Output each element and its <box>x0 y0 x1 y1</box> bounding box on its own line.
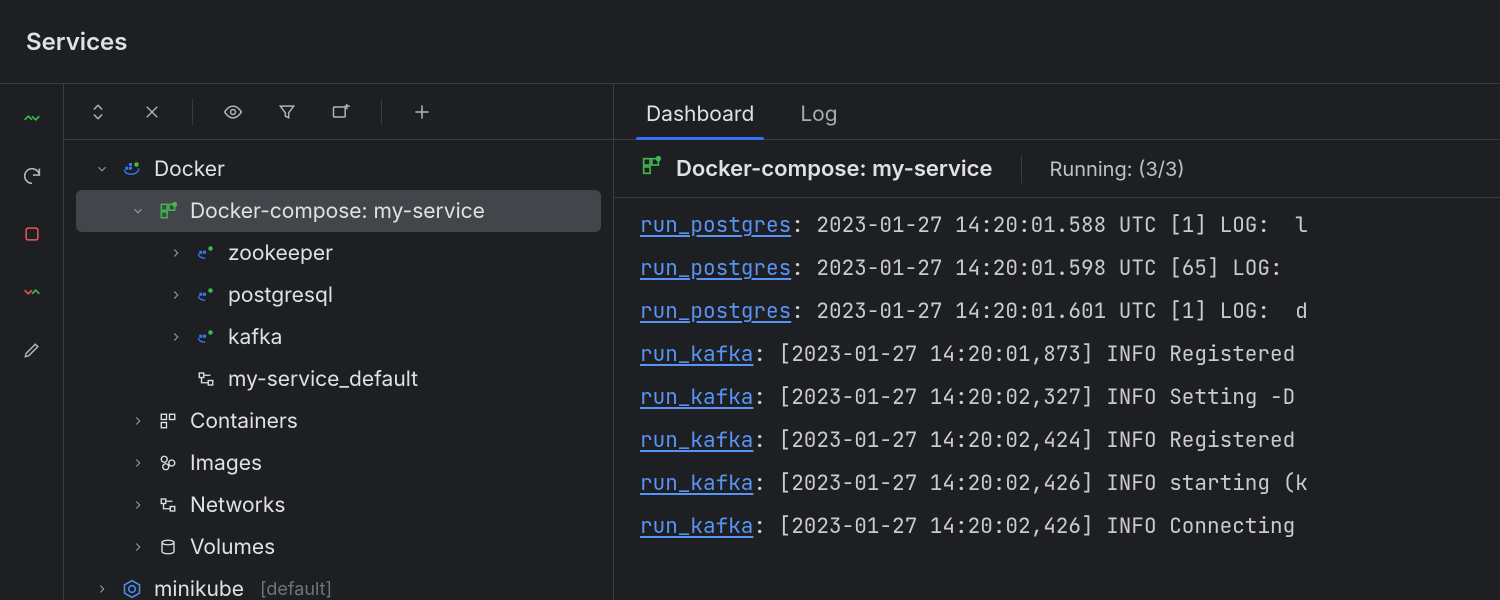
tree-label: Docker-compose: my-service <box>190 199 485 224</box>
tree-label-suffix: [default] <box>260 579 332 600</box>
tree-label: my-service_default <box>228 367 418 392</box>
log-text: : 2023-01-27 14:20:01.598 UTC [65] LOG: <box>791 255 1295 282</box>
chevron-right-icon[interactable] <box>94 582 110 596</box>
log-text: : [2023-01-27 14:20:02,426] INFO Connect… <box>753 513 1307 540</box>
chevron-right-icon[interactable] <box>168 330 184 344</box>
console-line: run_postgres: 2023-01-27 14:20:01.588 UT… <box>640 204 1500 247</box>
detail-panel: Dashboard Log Docker-compose: my-service… <box>614 84 1500 600</box>
deploy-icon[interactable] <box>14 100 50 136</box>
down-deploy-icon[interactable] <box>14 274 50 310</box>
toolbar-separator <box>192 99 193 125</box>
chevron-right-icon[interactable] <box>130 414 146 428</box>
tree-node-network[interactable]: my-service_default <box>64 358 613 400</box>
chevron-down-icon[interactable] <box>130 204 146 218</box>
volumes-icon <box>156 538 180 556</box>
services-tree[interactable]: Docker Docker-compose: my-service zook <box>64 140 613 600</box>
log-text: : 2023-01-27 14:20:01.601 UTC [1] LOG: d <box>791 298 1308 325</box>
log-source-link[interactable]: run_postgres <box>640 255 791 282</box>
chevron-right-icon[interactable] <box>168 288 184 302</box>
tree-node-minikube[interactable]: minikube [default] <box>64 568 613 600</box>
docker-icon <box>120 160 144 178</box>
toolbar-separator <box>381 99 382 125</box>
separator <box>1021 155 1022 183</box>
tree-label: Docker <box>154 157 225 182</box>
log-source-link[interactable]: run_postgres <box>640 298 791 325</box>
tree-toolbar <box>64 84 613 140</box>
tab-dashboard[interactable]: Dashboard <box>640 102 760 139</box>
log-text: : 2023-01-27 14:20:01.588 UTC [1] LOG: l <box>791 212 1308 239</box>
tree-node-compose[interactable]: Docker-compose: my-service <box>76 190 601 232</box>
side-action-strip <box>0 84 64 600</box>
console-line: run_kafka: [2023-01-27 14:20:01,873] INF… <box>640 333 1500 376</box>
tree-node-images[interactable]: Images <box>64 442 613 484</box>
console-line: run_postgres: 2023-01-27 14:20:01.598 UT… <box>640 247 1500 290</box>
console-line: run_kafka: [2023-01-27 14:20:02,327] INF… <box>640 376 1500 419</box>
tree-node-containers[interactable]: Containers <box>64 400 613 442</box>
kubernetes-icon <box>120 579 144 599</box>
compose-icon <box>640 155 662 182</box>
log-text: : [2023-01-27 14:20:02,424] INFO Registe… <box>753 427 1307 454</box>
containers-icon <box>156 412 180 430</box>
chevron-down-icon[interactable] <box>94 162 110 176</box>
network-icon <box>194 370 218 388</box>
panel-body: Docker Docker-compose: my-service zook <box>0 84 1500 600</box>
running-status: Running: (3/3) <box>1050 157 1185 181</box>
container-running-icon <box>194 244 218 262</box>
log-source-link[interactable]: run_kafka <box>640 513 753 540</box>
refresh-icon[interactable] <box>14 158 50 194</box>
tree-label: minikube <box>154 577 244 600</box>
log-source-link[interactable]: run_kafka <box>640 427 753 454</box>
open-window-icon[interactable] <box>323 94 359 130</box>
images-icon <box>156 454 180 472</box>
tree-label: Networks <box>190 493 285 518</box>
tree-label: kafka <box>228 325 282 350</box>
chevron-right-icon[interactable] <box>168 246 184 260</box>
console-line: run_kafka: [2023-01-27 14:20:02,426] INF… <box>640 462 1500 505</box>
console-line: run_kafka: [2023-01-27 14:20:02,424] INF… <box>640 419 1500 462</box>
tree-node-docker[interactable]: Docker <box>64 148 613 190</box>
filter-icon[interactable] <box>269 94 305 130</box>
chevron-right-icon[interactable] <box>130 498 146 512</box>
title-bar: Services <box>0 0 1500 84</box>
panel-title: Services <box>26 27 127 56</box>
log-source-link[interactable]: run_kafka <box>640 341 753 368</box>
add-icon[interactable] <box>404 94 440 130</box>
tree-label: Containers <box>190 409 298 434</box>
close-icon[interactable] <box>134 94 170 130</box>
container-running-icon <box>194 286 218 304</box>
tree-label: postgresql <box>228 283 333 308</box>
dashboard-title: Docker-compose: my-service <box>676 156 993 182</box>
tree-node-service[interactable]: postgresql <box>64 274 613 316</box>
log-source-link[interactable]: run_postgres <box>640 212 791 239</box>
tree-label: zookeeper <box>228 241 333 266</box>
tree-node-networks[interactable]: Networks <box>64 484 613 526</box>
dashboard-header: Docker-compose: my-service Running: (3/3… <box>614 140 1500 198</box>
tree-label: Volumes <box>190 535 275 560</box>
console-output[interactable]: run_postgres: 2023-01-27 14:20:01.588 UT… <box>614 198 1500 600</box>
eye-icon[interactable] <box>215 94 251 130</box>
console-line: run_postgres: 2023-01-27 14:20:01.601 UT… <box>640 290 1500 333</box>
expand-collapse-icon[interactable] <box>80 94 116 130</box>
network-icon <box>156 496 180 514</box>
container-running-icon <box>194 328 218 346</box>
tree-node-service[interactable]: kafka <box>64 316 613 358</box>
chevron-right-icon[interactable] <box>130 456 146 470</box>
console-line: run_kafka: [2023-01-27 14:20:02,426] INF… <box>640 505 1500 548</box>
stop-icon[interactable] <box>14 216 50 252</box>
detail-tabs: Dashboard Log <box>614 84 1500 140</box>
log-source-link[interactable]: run_kafka <box>640 470 753 497</box>
log-source-link[interactable]: run_kafka <box>640 384 753 411</box>
tree-node-service[interactable]: zookeeper <box>64 232 613 274</box>
compose-icon <box>156 201 180 221</box>
log-text: : [2023-01-27 14:20:01,873] INFO Registe… <box>753 341 1307 368</box>
log-text: : [2023-01-27 14:20:02,426] INFO startin… <box>753 470 1307 497</box>
tree-node-volumes[interactable]: Volumes <box>64 526 613 568</box>
log-text: : [2023-01-27 14:20:02,327] INFO Setting… <box>753 384 1295 411</box>
edit-icon[interactable] <box>14 332 50 368</box>
tree-label: Images <box>190 451 262 476</box>
tree-column: Docker Docker-compose: my-service zook <box>64 84 614 600</box>
tab-log[interactable]: Log <box>794 102 843 139</box>
chevron-right-icon[interactable] <box>130 540 146 554</box>
